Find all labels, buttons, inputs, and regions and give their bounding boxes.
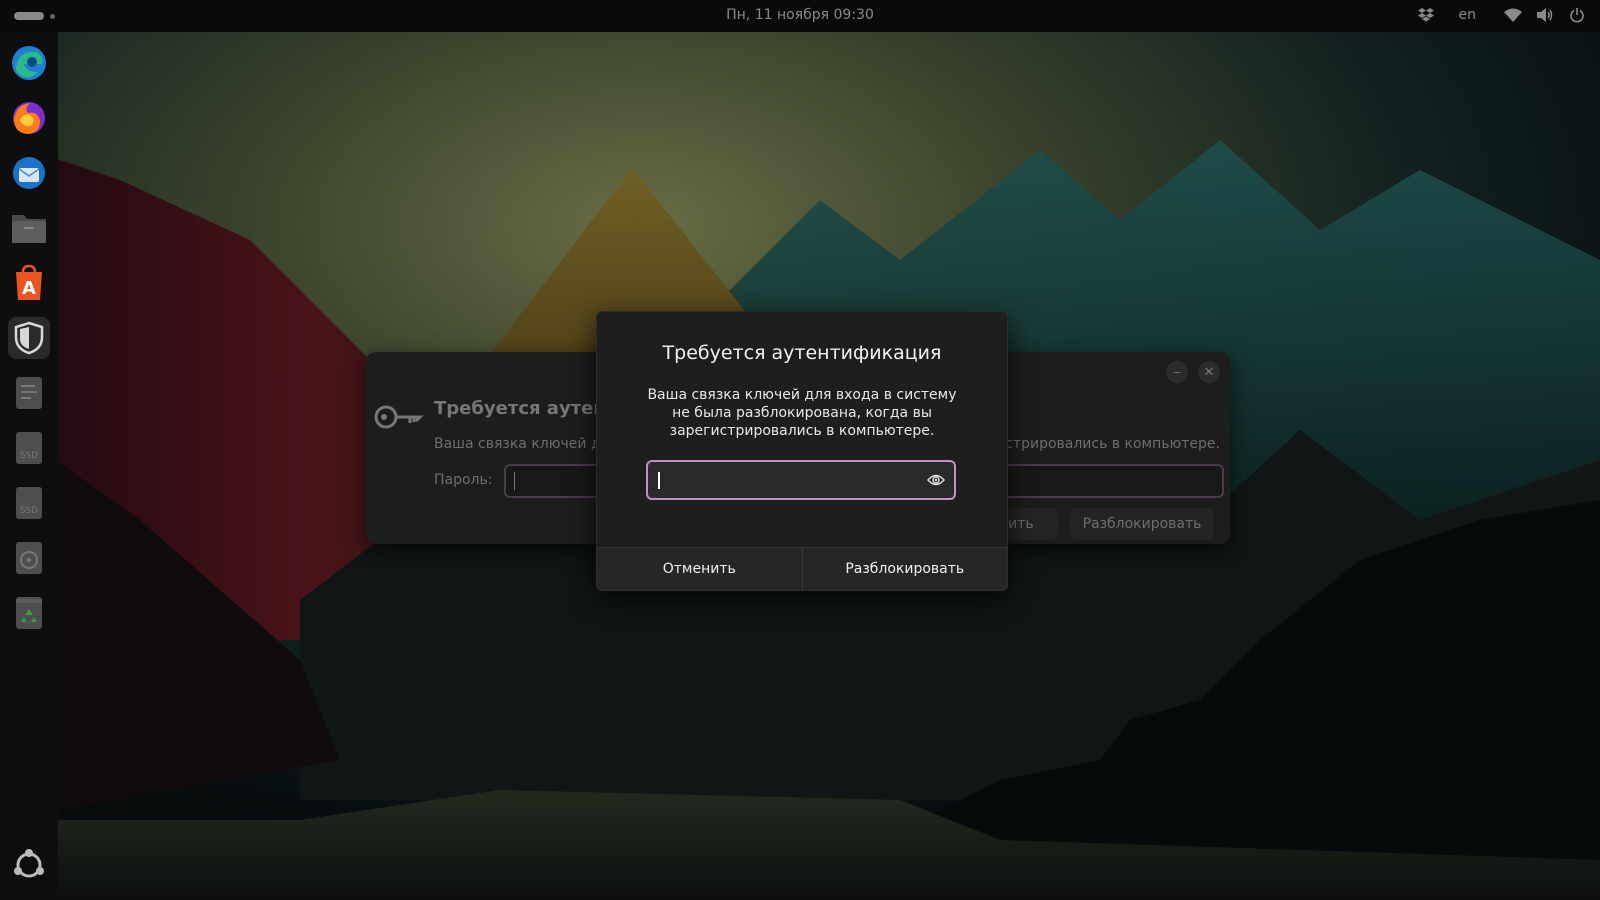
volume-icon[interactable] [1536,6,1554,24]
files-icon[interactable] [8,207,50,249]
close-button[interactable]: ✕ [1198,361,1220,383]
minimize-button[interactable]: – [1166,361,1188,383]
thunderbird-icon[interactable] [8,152,50,194]
unlock-button[interactable]: Разблокировать [801,548,1008,590]
ssd-drive-icon[interactable]: SSD [8,427,50,469]
text-caret [658,472,660,489]
ssd-drive-icon[interactable]: SSD [8,482,50,524]
show-password-icon[interactable] [926,470,946,490]
trash-icon[interactable] [8,592,50,634]
dialog-message: Ваша связка ключей для входа в систему н… [647,387,957,439]
authentication-dialog: Требуется аутентификация Ваша связка клю… [596,311,1008,591]
show-apps-icon[interactable] [12,848,46,882]
password-field[interactable] [646,460,956,500]
svg-text:SSD: SSD [20,451,38,461]
svg-text:A: A [22,278,36,299]
dock: A SSD SSD [0,32,58,900]
top-bar: Пн, 11 ноября 09:30 en [0,0,1600,32]
clock[interactable]: Пн, 11 ноября 09:30 [0,7,1600,23]
input-language[interactable]: en [1459,7,1477,23]
edge-icon[interactable] [8,42,50,84]
dialog-button-bar: Отменить Разблокировать [597,547,1007,590]
power-icon[interactable] [1568,6,1586,24]
wifi-icon[interactable] [1504,6,1522,24]
key-icon [374,402,424,436]
svg-text:SSD: SSD [20,506,38,516]
dialog-message: Ваша связка ключей дл [434,436,610,452]
dialog-title: Требуется аутентификация [662,342,942,364]
text-editor-icon[interactable] [8,372,50,414]
password-label: Пароль: [434,472,493,488]
dropbox-icon[interactable] [1417,6,1435,24]
disk-icon[interactable] [8,537,50,579]
firefox-icon[interactable] [8,97,50,139]
cancel-button[interactable]: Отменить [597,548,802,590]
security-shield-icon[interactable] [8,317,50,359]
system-tray: en [1417,6,1587,24]
dialog-message-tail: гистрировались в компьютере. [988,436,1220,452]
app-center-icon[interactable]: A [8,262,50,304]
password-input[interactable] [648,462,918,498]
unlock-button[interactable]: Разблокировать [1070,508,1214,540]
